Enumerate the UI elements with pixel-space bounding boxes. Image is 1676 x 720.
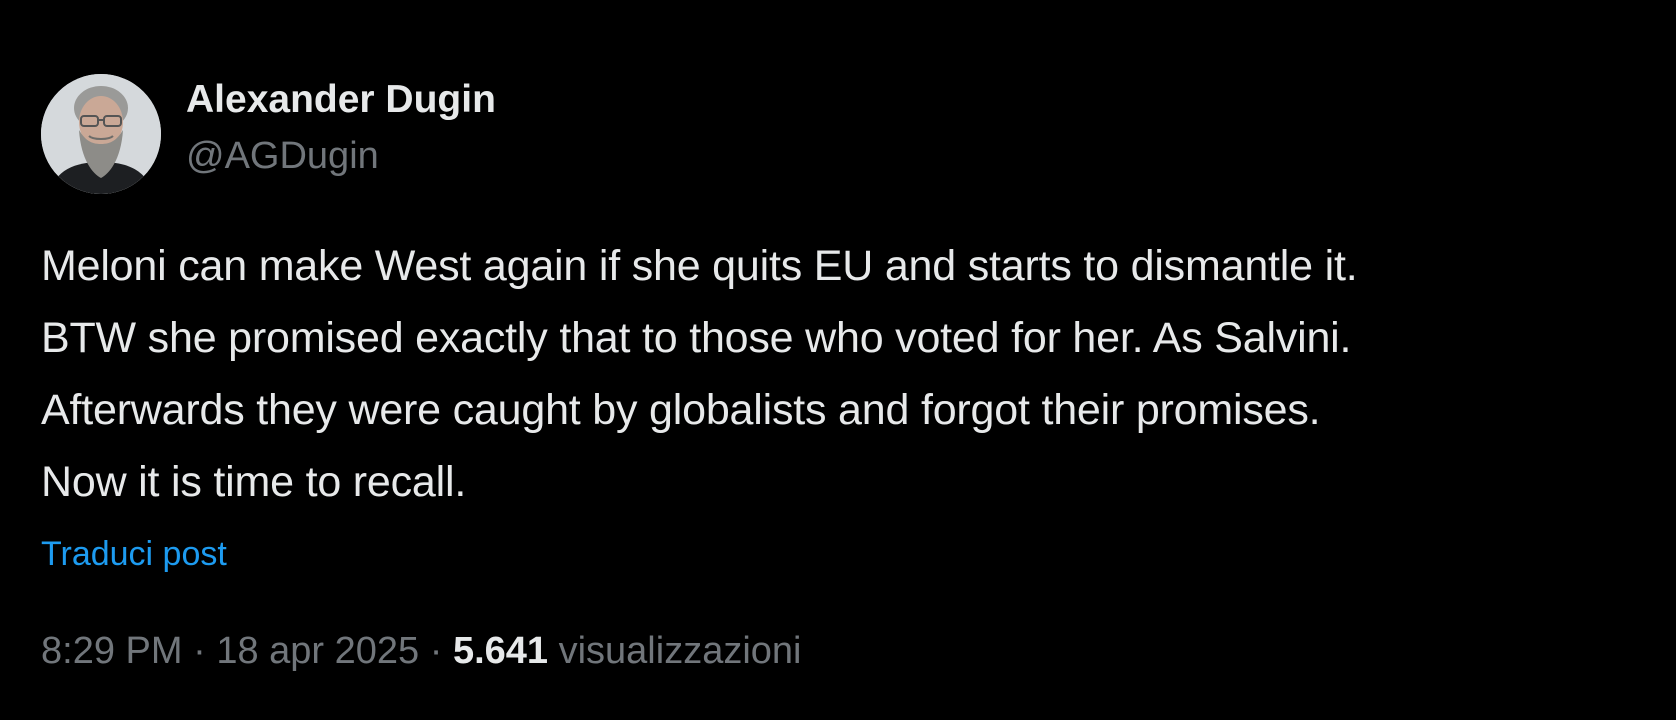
tweet: Alexander Dugin @AGDugin Meloni can make… (41, 74, 1661, 676)
post-meta: 8:29 PM · 18 apr 2025 · 5.641 visualizza… (41, 626, 1661, 676)
post-text-line: BTW she promised exactly that to those w… (41, 314, 1352, 362)
author-names: Alexander Dugin @AGDugin (186, 74, 496, 186)
views-label: visualizzazioni (558, 630, 802, 672)
meta-separator: · (193, 630, 217, 672)
post-date[interactable]: 18 apr 2025 (216, 630, 419, 672)
author-display-name[interactable]: Alexander Dugin (186, 74, 496, 126)
post-text: Meloni can make West again if she quits … (41, 230, 1661, 518)
post-text-line: Afterwards they were caught by globalist… (41, 386, 1321, 434)
post-time[interactable]: 8:29 PM (41, 630, 183, 672)
post-text-line: Meloni can make West again if she quits … (41, 242, 1358, 290)
views-count: 5.641 (452, 630, 549, 672)
post-text-line: Now it is time to recall. (41, 458, 467, 506)
avatar-portrait-icon (41, 74, 161, 194)
meta-separator: · (429, 630, 453, 672)
tweet-header: Alexander Dugin @AGDugin (41, 74, 1661, 194)
translate-post-link[interactable]: Traduci post (41, 526, 227, 582)
author-handle[interactable]: @AGDugin (186, 126, 496, 186)
avatar[interactable] (41, 74, 161, 194)
